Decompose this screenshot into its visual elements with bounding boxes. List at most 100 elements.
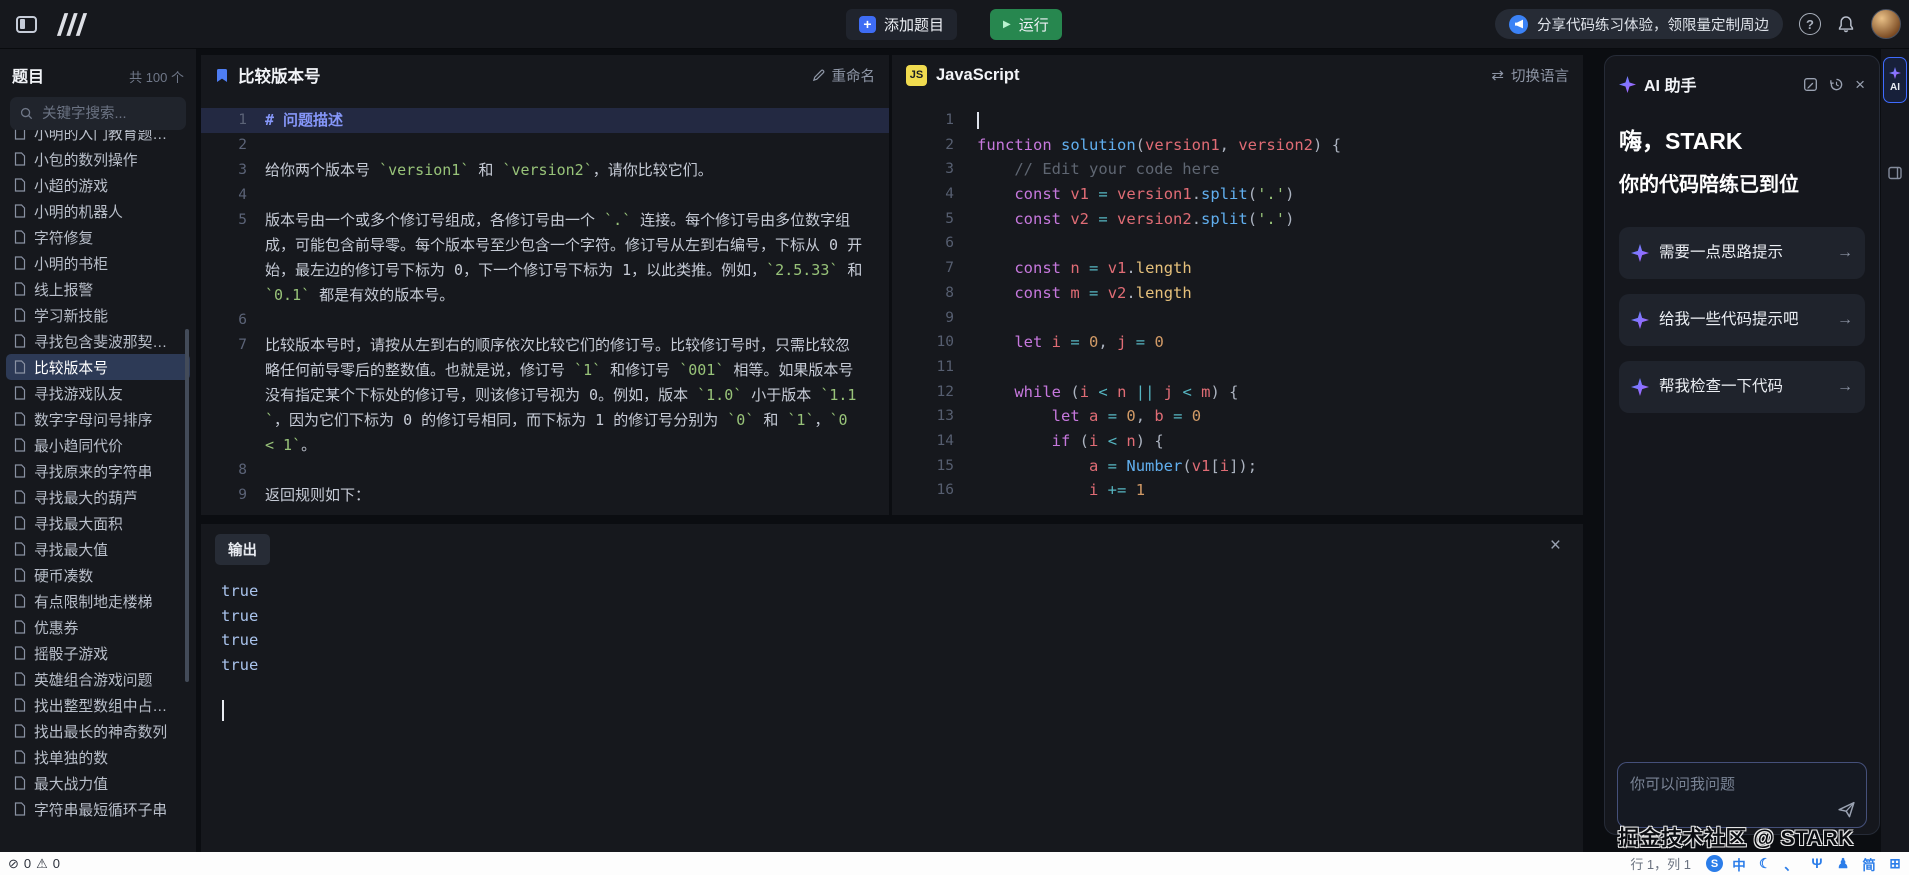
sidebar-item[interactable]: 小明的书柜: [6, 250, 190, 276]
ime-night-mode-icon[interactable]: ☾: [1755, 855, 1775, 873]
ai-toggle-button[interactable]: AI: [1883, 57, 1907, 103]
md-line-content: 版本号由一个或多个修订号组成，各修订号由一个 `.` 连接。每个修订号由多位数字…: [247, 208, 889, 308]
sidebar-item-label: 找出最长的神奇数列: [34, 724, 168, 741]
sidebar-item[interactable]: 摇骰子游戏: [6, 640, 190, 666]
code-token: 0: [1126, 407, 1136, 426]
close-output-icon[interactable]: ×: [1550, 536, 1561, 555]
output-line: true: [221, 582, 259, 600]
sidebar-item-label: 小明的书柜: [34, 256, 108, 273]
output-tab[interactable]: 输出: [215, 534, 270, 565]
sidebar-item[interactable]: 找单独的数: [6, 744, 190, 770]
sidebar-item[interactable]: 寻找最大的葫芦: [6, 484, 190, 510]
code-token: j: [1163, 382, 1174, 401]
ai-input-box[interactable]: [1617, 762, 1867, 828]
add-question-button[interactable]: + 添加题目: [846, 9, 958, 40]
document-icon: [14, 568, 26, 582]
code-token: (: [1079, 431, 1090, 450]
ai-suggestion-card[interactable]: 需要一点思路提示 →: [1619, 227, 1865, 279]
output-console[interactable]: true true true true: [201, 565, 1583, 721]
ime-simplified-icon[interactable]: 简: [1859, 855, 1879, 873]
history-icon[interactable]: [1829, 77, 1844, 92]
search-box[interactable]: [10, 97, 186, 130]
inline-code: `0`: [727, 411, 755, 429]
sidebar-item[interactable]: 寻找最大面积: [6, 510, 190, 536]
sidebar-item[interactable]: 硬币凑数: [6, 562, 190, 588]
statusbar-left: ⊘ 0 ⚠ 0: [0, 856, 60, 872]
sidebar-item[interactable]: 字符串最短循环子串: [6, 796, 190, 822]
document-icon: [14, 256, 26, 270]
app-logo[interactable]: [55, 12, 89, 36]
md-text: 。: [301, 436, 317, 454]
sidebar-item[interactable]: 小明的机器人: [6, 198, 190, 224]
sidebar-item[interactable]: 英雄组合游戏问题: [6, 666, 190, 692]
notifications-icon[interactable]: [1837, 15, 1855, 33]
code-line-content: const m = v2.length: [954, 281, 1192, 306]
sidebar-item[interactable]: 找出整型数组中占…: [6, 692, 190, 718]
warning-count-icon[interactable]: ⚠: [36, 856, 48, 872]
rename-button[interactable]: 重命名: [812, 65, 875, 86]
sidebar-item[interactable]: 最小趋同代价: [6, 432, 190, 458]
sidebar-scrollbar[interactable]: [185, 329, 189, 682]
code-token: split: [1201, 185, 1248, 204]
sidebar-item[interactable]: 寻找原来的字符串: [6, 458, 190, 484]
ai-suggestion-card[interactable]: 给我一些代码提示吧 →: [1619, 294, 1865, 346]
code-token: b: [1154, 407, 1164, 426]
sidebar-item-label: 硬币凑数: [34, 568, 94, 585]
code-editor[interactable]: 1 2 function solution(version1, version2) …: [892, 95, 1583, 503]
code-token: i: [1079, 382, 1090, 401]
topbar-left: [0, 12, 89, 36]
sidebar-item[interactable]: 小包的数列操作: [6, 146, 190, 172]
sidebar-item[interactable]: 字符修复: [6, 224, 190, 250]
sidebar-item[interactable]: 优惠券: [6, 614, 190, 640]
switch-language-button[interactable]: ⇄ 切换语言: [1491, 65, 1569, 86]
run-button[interactable]: ▶ 运行: [990, 9, 1062, 40]
problem-editor[interactable]: 1 # 问题描述 2 3 给你两个版本号 `version1` 和 `version2`…: [201, 95, 889, 508]
search-input[interactable]: [40, 104, 176, 123]
line-number: 10: [936, 334, 954, 351]
code-line-content: let i = 0, j = 0: [954, 330, 1163, 355]
sidebar-item[interactable]: 寻找最大值: [6, 536, 190, 562]
ime-punctuation-icon[interactable]: 、: [1781, 855, 1801, 873]
promo-banner[interactable]: 分享代码练习体验，领限量定制周边: [1495, 9, 1783, 39]
send-icon[interactable]: [1837, 800, 1856, 819]
code-token: length: [1135, 283, 1192, 302]
sidebar-item[interactable]: 线上报警: [6, 276, 190, 302]
sidebar-item[interactable]: 寻找包含斐波那契…: [6, 328, 190, 354]
sidebar-item[interactable]: 数字字母问号排序: [6, 406, 190, 432]
document-icon: [14, 152, 26, 166]
code-line: 4 const v1 = version1.split('.'): [892, 182, 1583, 207]
ai-suggestion-card[interactable]: 帮我检查一下代码 →: [1619, 361, 1865, 413]
sidebar-item[interactable]: 最大战力值: [6, 770, 190, 796]
ime-logo-icon[interactable]: S: [1706, 855, 1723, 872]
avatar[interactable]: [1871, 9, 1901, 39]
code-token: split: [1201, 209, 1248, 228]
document-icon: [14, 698, 26, 712]
problem-title: 比较版本号: [238, 68, 321, 86]
sidebar-item[interactable]: 学习新技能: [6, 302, 190, 328]
sidebar-item[interactable]: 比较版本号: [6, 354, 190, 380]
ime-chinese-mode-icon[interactable]: 中: [1729, 855, 1749, 873]
sidebar-item[interactable]: 小明的入门教育题…: [6, 128, 190, 146]
new-chat-icon[interactable]: [1803, 77, 1818, 92]
side-panel-icon[interactable]: [1887, 165, 1903, 181]
ime-account-icon[interactable]: ♟: [1833, 855, 1853, 873]
sidebar-item[interactable]: 小超的游戏: [6, 172, 190, 198]
sidebar-item[interactable]: 有点限制地走楼梯: [6, 588, 190, 614]
help-icon[interactable]: ?: [1799, 13, 1821, 35]
close-ai-icon[interactable]: ×: [1855, 76, 1865, 93]
sidebar-toggle-icon[interactable]: [16, 15, 37, 33]
sidebar-item[interactable]: 寻找游戏队友: [6, 380, 190, 406]
ime-voice-icon[interactable]: Ψ: [1807, 855, 1827, 873]
ai-input[interactable]: [1618, 763, 1866, 827]
error-count-icon[interactable]: ⊘: [8, 856, 19, 872]
sidebar-item[interactable]: 找出最长的神奇数列: [6, 718, 190, 744]
ime-keyboard-icon[interactable]: ⊞: [1885, 855, 1905, 873]
right-rail: AI: [1881, 49, 1909, 852]
ai-suggestion-label: 给我一些代码提示吧: [1659, 310, 1799, 328]
